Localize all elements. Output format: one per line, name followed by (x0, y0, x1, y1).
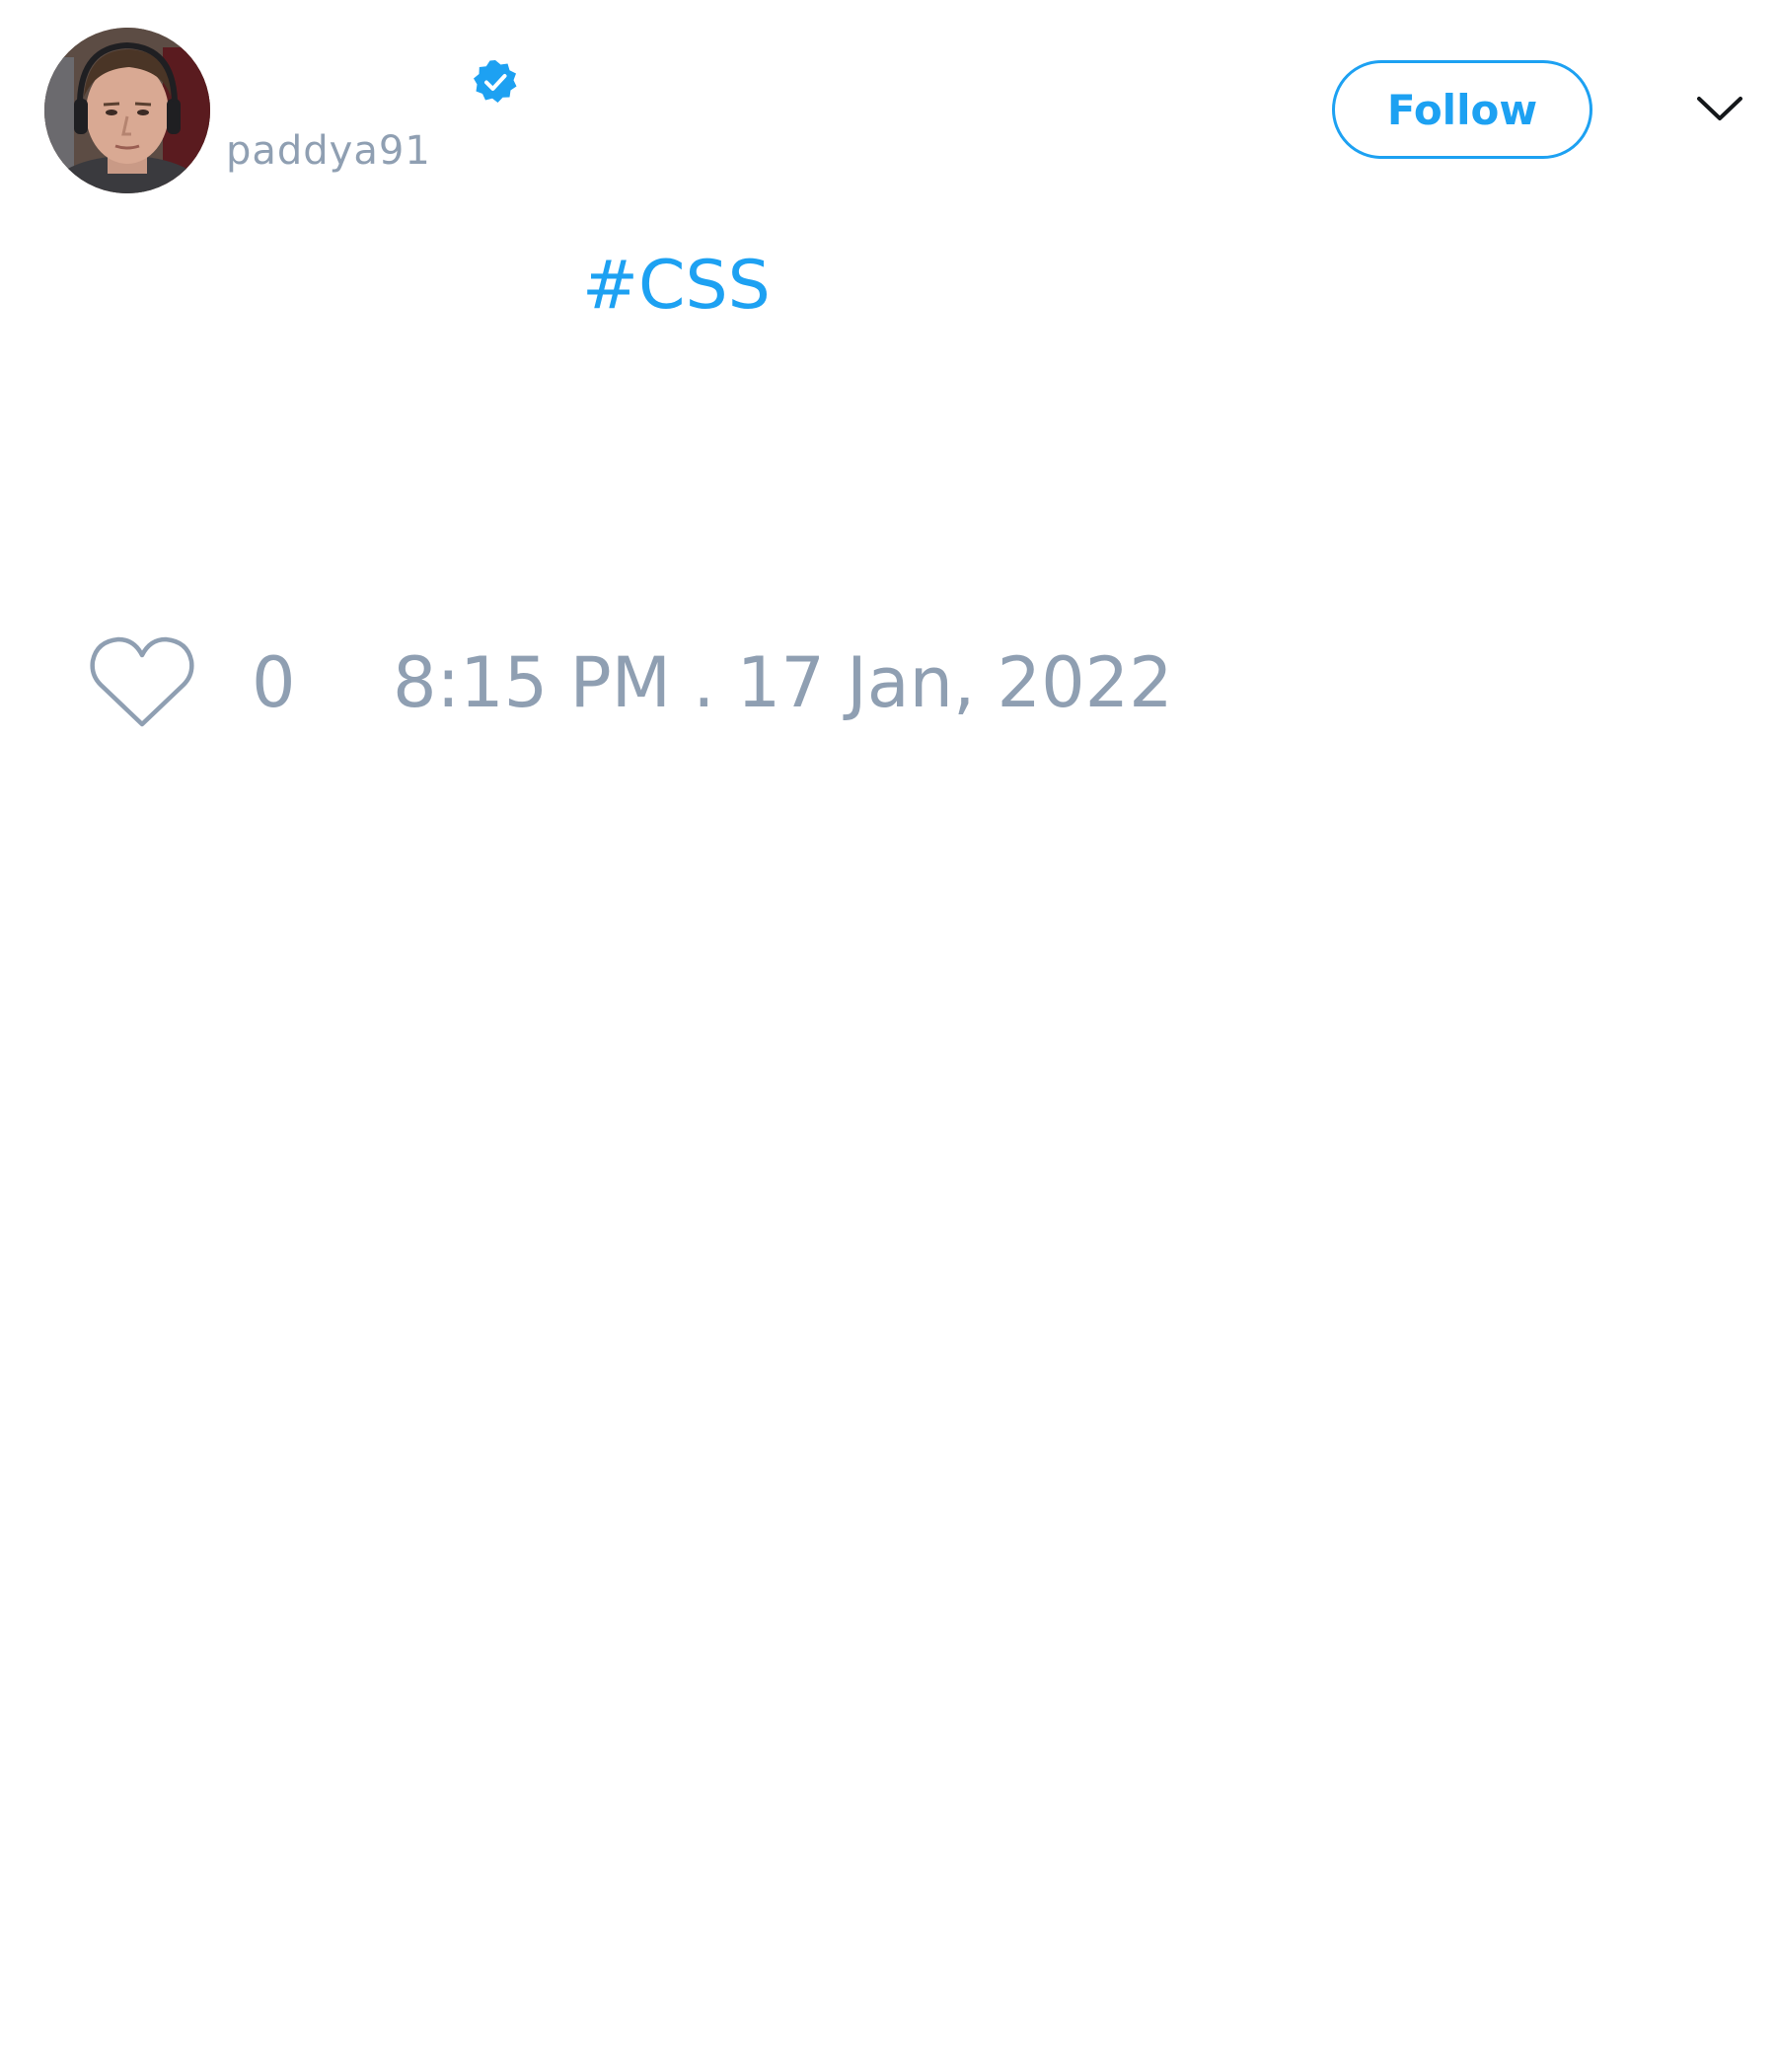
heart-outline-icon[interactable] (89, 635, 195, 730)
author-username[interactable]: paddya91 (226, 126, 431, 176)
avatar-photo (44, 28, 210, 193)
chevron-down-icon[interactable] (1695, 91, 1744, 126)
like-count: 0 (252, 642, 296, 723)
follow-button[interactable]: Follow (1332, 60, 1592, 159)
tweet-timestamp[interactable]: 8:15 PM . 17 Jan, 2022 (393, 641, 1173, 724)
hashtag-link[interactable]: #CSS (582, 245, 771, 328)
author-avatar[interactable] (44, 28, 210, 193)
verified-badge-icon (472, 58, 519, 106)
tweet-card: paddya91 Follow #CSS 0 8:15 PM . 17 Jan,… (0, 0, 1776, 2072)
